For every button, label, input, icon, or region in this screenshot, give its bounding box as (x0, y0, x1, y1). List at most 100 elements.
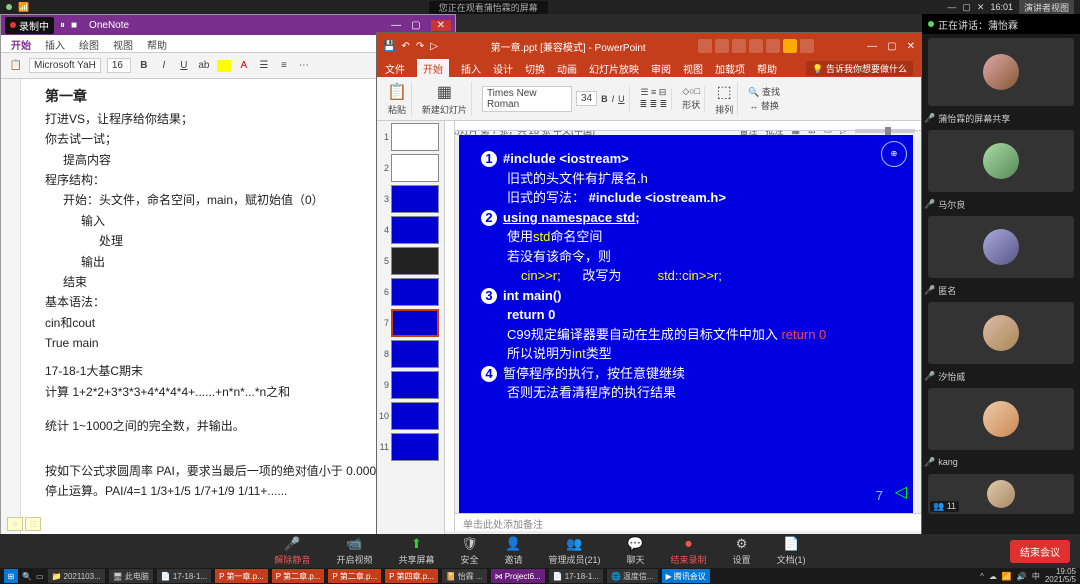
paste-icon[interactable]: 📋 (9, 60, 23, 71)
font-size-select[interactable]: 34 (576, 91, 597, 106)
tab-home[interactable]: 开始 (417, 59, 449, 78)
thumb-8[interactable] (391, 340, 439, 368)
stop-record-button[interactable]: ⏺结束录制 (671, 536, 707, 566)
participant-video[interactable] (928, 216, 1074, 278)
pause-icon[interactable]: ⏸ (60, 20, 65, 31)
thumb-11[interactable] (391, 433, 439, 461)
minimize-button[interactable]: — (391, 20, 401, 31)
tab-transition[interactable]: 切换 (525, 61, 545, 76)
volume-icon[interactable]: 🔊 (1017, 572, 1027, 581)
numbering-icon[interactable]: ≡ (277, 60, 291, 71)
tab-view[interactable]: 视图 (113, 37, 133, 50)
underline-icon[interactable]: U (618, 94, 625, 104)
ime-icon[interactable]: 中 (1032, 571, 1040, 582)
font-name-select[interactable]: Microsoft YaH (29, 58, 101, 73)
bullets-icon[interactable]: ☰ (257, 60, 271, 71)
wifi-icon[interactable]: 📶 (1002, 572, 1012, 581)
bold-icon[interactable]: B (601, 94, 608, 104)
thumb-1[interactable] (391, 123, 439, 151)
tab-review[interactable]: 审阅 (651, 61, 671, 76)
unmute-button[interactable]: 🎤解除静音 (274, 536, 310, 566)
participant-video[interactable] (928, 38, 1074, 106)
tab-design[interactable]: 设计 (493, 61, 513, 76)
more-count[interactable]: 👥 11 (930, 501, 959, 512)
next-arrow-icon[interactable]: ◁ (895, 481, 907, 505)
task-view-icon[interactable]: ▭ (36, 572, 44, 581)
invite-button[interactable]: 👤邀请 (504, 536, 522, 566)
taskbar-item[interactable]: ▶腾讯会议 (662, 569, 710, 583)
taskbar-item[interactable]: 📁2021103... (48, 569, 105, 583)
thumb-4[interactable] (391, 216, 439, 244)
thumb-3[interactable] (391, 185, 439, 213)
save-icon[interactable]: 💾 (383, 41, 395, 52)
view-mode-button[interactable]: 演讲者视图 (1019, 0, 1074, 15)
current-slide[interactable]: ⊕ 1#include <iostream> 旧式的头文件有扩展名.h 旧式的写… (459, 135, 913, 513)
thumb-9[interactable] (391, 371, 439, 399)
tab-addons[interactable]: 加载项 (715, 61, 745, 76)
new-slide-group[interactable]: ▦新建幻灯片 (418, 82, 472, 116)
taskbar-item[interactable]: ⋈Project6... (491, 569, 545, 583)
participant-video[interactable] (928, 388, 1074, 450)
search-icon[interactable]: 🔍 (22, 572, 32, 581)
close-button[interactable]: ✕ (977, 2, 985, 13)
strike-icon[interactable]: ab (197, 60, 211, 71)
start-video-button[interactable]: 📹开启视频 (336, 536, 372, 566)
taskbar-item[interactable]: 🖥此电脑 (109, 569, 153, 583)
notes-pane[interactable]: 单击此处添加备注 (455, 513, 921, 531)
undo-icon[interactable]: ↶ (401, 41, 409, 52)
zoom-slider[interactable] (855, 129, 915, 133)
tab-help[interactable]: 帮助 (757, 61, 777, 76)
docs-button[interactable]: 📄文档(1) (777, 536, 806, 566)
maximize-button[interactable]: ▢ (411, 20, 420, 31)
highlight-yellow[interactable] (217, 60, 231, 72)
tab-slideshow[interactable]: 幻灯片放映 (589, 61, 639, 76)
arrange-group[interactable]: ⬚排列 (711, 82, 738, 116)
addon-buttons[interactable] (698, 39, 814, 53)
ppt-titlebar[interactable]: 💾 ↶ ↷ ▷ 第一章.ppt [兼容模式] - PowerPoint — ▢ … (377, 33, 921, 59)
slide-thumbnails[interactable]: 1 2 3 4 5 6 7 8 9 10 11 (377, 121, 445, 549)
tab-home[interactable]: 开始 (11, 37, 31, 50)
maximize-button[interactable]: ▢ (962, 2, 971, 13)
font-size-select[interactable]: 16 (107, 58, 131, 73)
font-name-select[interactable]: Times New Roman (482, 86, 572, 112)
tab-help[interactable]: 帮助 (147, 37, 167, 50)
maximize-button[interactable]: ▢ (887, 41, 896, 52)
shapes-group[interactable]: ◇○□形状 (678, 86, 705, 111)
tab-insert[interactable]: 插入 (461, 61, 481, 76)
onenote-nav-rail[interactable] (1, 79, 21, 549)
thumb-5[interactable] (391, 247, 439, 275)
thumb-6[interactable] (391, 278, 439, 306)
participants-button[interactable]: 👥管理成员(21) (549, 536, 601, 566)
paragraph-group[interactable]: ☰ ≡ ⊟≣ ≣ ≣ (636, 87, 673, 110)
editing-group[interactable]: 🔍 查找↔ 替换 (744, 85, 784, 112)
end-meeting-button[interactable]: 结束会议 (1010, 540, 1070, 563)
participant-video[interactable] (928, 302, 1074, 364)
taskbar-item[interactable]: 📄17-18-1... (157, 569, 211, 583)
system-tray[interactable]: ^ ☁ 📶 🔊 中 19:05 2021/5/5 (980, 568, 1076, 584)
stop-icon[interactable]: ■ (71, 20, 77, 31)
thumb-2[interactable] (391, 154, 439, 182)
paste-group[interactable]: 📋粘贴 (383, 82, 412, 116)
thumb-10[interactable] (391, 402, 439, 430)
tab-draw[interactable]: 绘图 (79, 37, 99, 50)
taskbar-item[interactable]: 🌐温度信... (607, 569, 658, 583)
close-button[interactable]: ✕ (907, 41, 915, 52)
italic-icon[interactable]: I (612, 94, 615, 104)
taskbar-item[interactable]: 📄17-18-1... (549, 569, 603, 583)
tab-view[interactable]: 视图 (683, 61, 703, 76)
taskbar-item[interactable]: P 第一章.p... (215, 569, 268, 583)
tab-file[interactable]: 文件 (385, 61, 405, 76)
share-screen-button[interactable]: ⬆共享屏幕 (398, 536, 434, 566)
more-icon[interactable]: ⋯ (297, 60, 311, 71)
taskbar-item[interactable]: P 第二章.p... (272, 569, 325, 583)
font-color-icon[interactable]: A (237, 60, 251, 71)
taskbar-item[interactable]: P 第二章.p... (328, 569, 381, 583)
security-button[interactable]: 🛡安全 (460, 536, 478, 566)
thumb-7[interactable] (391, 309, 439, 337)
settings-button[interactable]: ⚙设置 (733, 536, 751, 566)
slideshow-icon[interactable]: ▷ (430, 41, 438, 52)
participant-video[interactable]: 👥 11 (928, 474, 1074, 514)
participant-video[interactable] (928, 130, 1074, 192)
onedrive-icon[interactable]: ☁ (989, 572, 997, 581)
italic-icon[interactable]: I (157, 60, 171, 71)
